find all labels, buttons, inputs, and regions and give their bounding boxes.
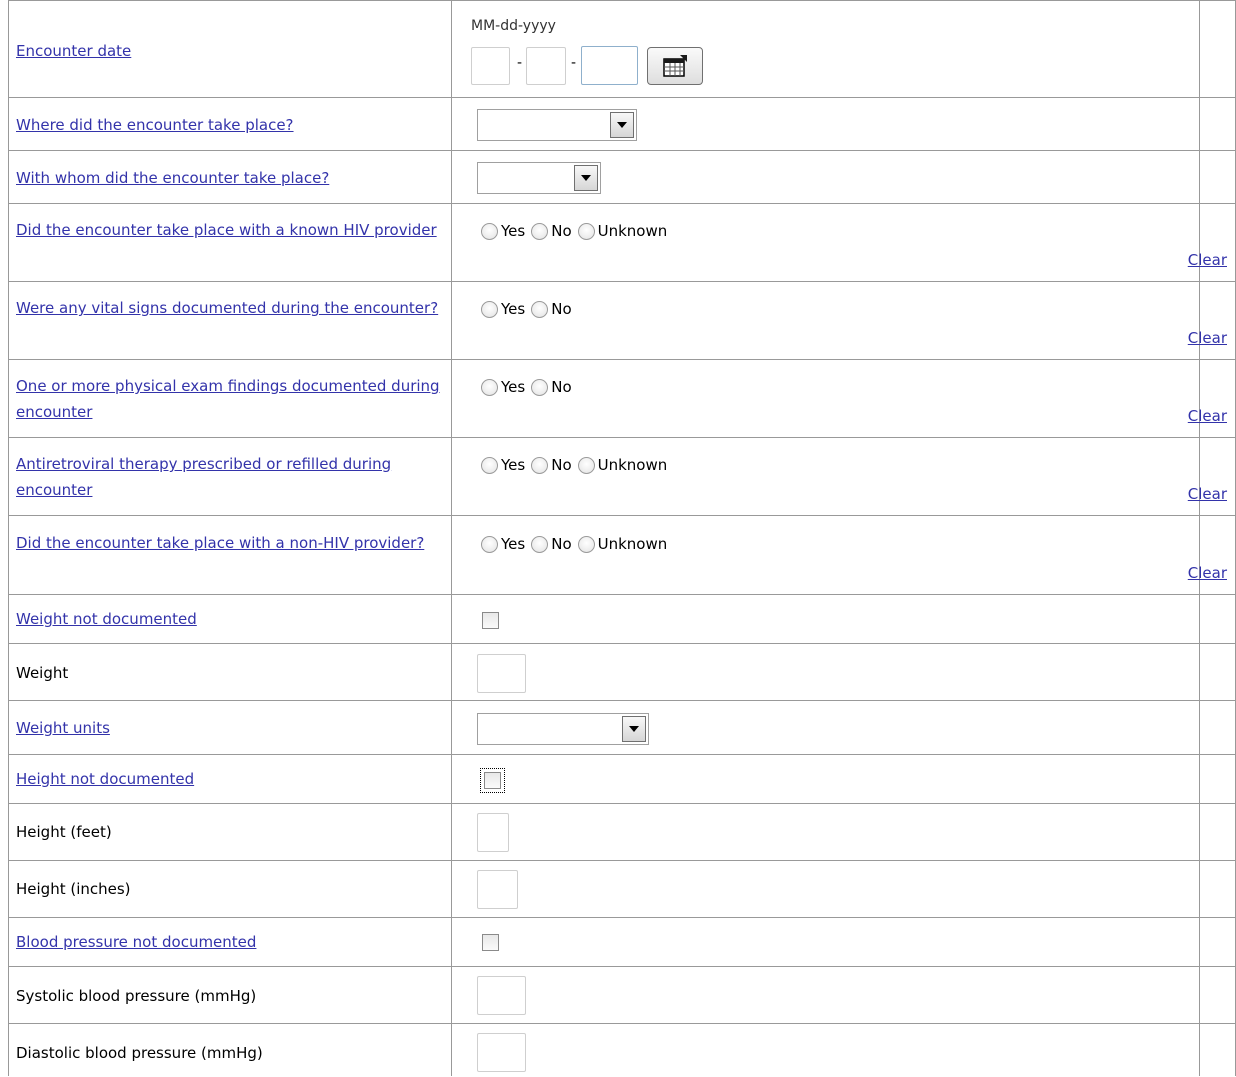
weight-not-documented-checkbox[interactable] bbox=[482, 612, 499, 629]
radio-no[interactable] bbox=[531, 535, 549, 553]
chevron-down-icon[interactable] bbox=[622, 716, 646, 742]
radio-yes[interactable] bbox=[481, 300, 498, 318]
diastolic-input[interactable] bbox=[477, 1033, 526, 1072]
vital-signs-options: Yes No bbox=[481, 300, 578, 318]
row-vital-signs: Were any vital signs documented during t… bbox=[9, 281, 1235, 360]
height-inches-input[interactable] bbox=[477, 870, 518, 909]
weight-not-documented-label[interactable]: Weight not documented bbox=[16, 606, 441, 632]
row-weight-not-documented: Weight not documented bbox=[9, 594, 1235, 644]
height-not-documented-checkbox[interactable] bbox=[480, 768, 505, 793]
non-hiv-provider-options: Yes No Unknown bbox=[481, 535, 673, 553]
calendar-button[interactable] bbox=[647, 47, 703, 85]
row-height-not-documented: Height not documented bbox=[9, 754, 1235, 804]
physical-exam-label[interactable]: One or more physical exam findings docum… bbox=[16, 373, 441, 425]
row-weight: Weight bbox=[9, 643, 1235, 701]
weight-units-label[interactable]: Weight units bbox=[16, 715, 441, 741]
encounter-date-field: MM-dd-yyyy - - bbox=[461, 1, 1235, 98]
clear-link[interactable]: Clear bbox=[1188, 564, 1227, 582]
row-hiv-provider: Did the encounter take place with a know… bbox=[9, 203, 1235, 282]
row-non-hiv-provider: Did the encounter take place with a non-… bbox=[9, 515, 1235, 595]
date-separator: - bbox=[571, 55, 577, 71]
clear-link[interactable]: Clear bbox=[1188, 251, 1227, 269]
year-input[interactable] bbox=[581, 46, 638, 85]
row-location: Where did the encounter take place? bbox=[9, 97, 1235, 151]
month-input[interactable] bbox=[471, 47, 510, 85]
weight-units-select[interactable] bbox=[477, 713, 649, 745]
radio-no[interactable] bbox=[531, 222, 549, 240]
radio-unknown[interactable] bbox=[577, 222, 595, 240]
radio-no[interactable] bbox=[531, 300, 549, 318]
radio-yes[interactable] bbox=[481, 535, 498, 553]
diastolic-label: Diastolic blood pressure (mmHg) bbox=[16, 1044, 263, 1062]
height-not-documented-label[interactable]: Height not documented bbox=[16, 766, 441, 792]
row-diastolic: Diastolic blood pressure (mmHg) bbox=[9, 1023, 1235, 1077]
height-feet-label: Height (feet) bbox=[16, 823, 112, 841]
bp-not-documented-label[interactable]: Blood pressure not documented bbox=[16, 929, 441, 955]
antiretroviral-label[interactable]: Antiretroviral therapy prescribed or ref… bbox=[16, 451, 441, 503]
calendar-icon bbox=[663, 55, 687, 77]
height-feet-input[interactable] bbox=[477, 813, 509, 852]
radio-no[interactable] bbox=[531, 378, 549, 396]
chevron-down-icon[interactable] bbox=[574, 165, 598, 191]
encounter-form: Encounter date MM-dd-yyyy - - Where did … bbox=[8, 0, 1236, 1076]
clear-link[interactable]: Clear bbox=[1188, 329, 1227, 347]
clear-link[interactable]: Clear bbox=[1188, 407, 1227, 425]
non-hiv-provider-label[interactable]: Did the encounter take place with a non-… bbox=[16, 530, 441, 556]
row-systolic: Systolic blood pressure (mmHg) bbox=[9, 966, 1235, 1024]
antiretroviral-options: Yes No Unknown bbox=[481, 456, 673, 474]
systolic-label: Systolic blood pressure (mmHg) bbox=[16, 987, 257, 1005]
weight-input[interactable] bbox=[477, 654, 526, 693]
day-input[interactable] bbox=[526, 47, 566, 85]
row-weight-units: Weight units bbox=[9, 700, 1235, 755]
height-inches-label: Height (inches) bbox=[16, 880, 131, 898]
location-label[interactable]: Where did the encounter take place? bbox=[16, 112, 441, 138]
location-select[interactable] bbox=[477, 109, 637, 141]
radio-yes[interactable] bbox=[481, 456, 498, 474]
hiv-provider-label[interactable]: Did the encounter take place with a know… bbox=[16, 217, 441, 243]
systolic-input[interactable] bbox=[477, 976, 526, 1015]
radio-unknown[interactable] bbox=[577, 456, 595, 474]
radio-unknown[interactable] bbox=[577, 535, 595, 553]
radio-no[interactable] bbox=[531, 456, 549, 474]
encounter-date-label[interactable]: Encounter date bbox=[16, 38, 441, 64]
row-height-inches: Height (inches) bbox=[9, 860, 1235, 918]
chevron-down-icon[interactable] bbox=[610, 112, 634, 138]
physical-exam-options: Yes No bbox=[481, 378, 578, 396]
row-physical-exam: One or more physical exam findings docum… bbox=[9, 359, 1235, 438]
bp-not-documented-checkbox[interactable] bbox=[482, 934, 499, 951]
radio-yes[interactable] bbox=[481, 378, 498, 396]
row-encounter-date: Encounter date MM-dd-yyyy - - bbox=[9, 0, 1235, 98]
row-height-feet: Height (feet) bbox=[9, 803, 1235, 861]
with-whom-label[interactable]: With whom did the encounter take place? bbox=[16, 165, 441, 191]
vital-signs-label[interactable]: Were any vital signs documented during t… bbox=[16, 295, 441, 321]
weight-label: Weight bbox=[16, 664, 69, 682]
with-whom-select[interactable] bbox=[477, 162, 601, 194]
radio-yes[interactable] bbox=[481, 222, 498, 240]
row-bp-not-documented: Blood pressure not documented bbox=[9, 917, 1235, 967]
date-format-hint: MM-dd-yyyy bbox=[471, 18, 556, 34]
row-antiretroviral: Antiretroviral therapy prescribed or ref… bbox=[9, 437, 1235, 516]
row-with-whom: With whom did the encounter take place? bbox=[9, 150, 1235, 204]
clear-link[interactable]: Clear bbox=[1188, 485, 1227, 503]
hiv-provider-options: Yes No Unknown bbox=[481, 222, 673, 240]
date-separator: - bbox=[517, 55, 523, 71]
